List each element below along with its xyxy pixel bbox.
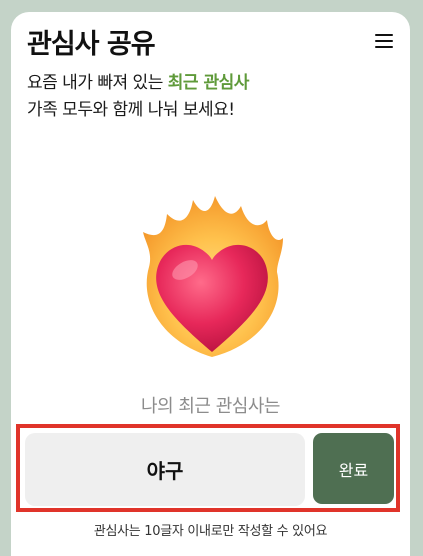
- interest-input[interactable]: [25, 433, 305, 506]
- done-button[interactable]: 완료: [313, 433, 394, 504]
- intro-line-1-prefix: 요즘 내가 빠져 있는: [27, 73, 168, 93]
- hamburger-menu-icon[interactable]: [375, 34, 393, 48]
- intro-highlight: 최근 관심사: [167, 73, 250, 93]
- screen-frame: 관심사 공유 요즘 내가 빠져 있는 최근 관심사 가족 모두와 함께 나눠 보…: [11, 12, 410, 556]
- page-title: 관심사 공유: [27, 29, 156, 60]
- intro-text: 요즘 내가 빠져 있는 최근 관심사 가족 모두와 함께 나눠 보세요!: [27, 70, 249, 124]
- interest-caption: 나의 최근 관심사는: [141, 396, 280, 417]
- intro-line-1: 요즘 내가 빠져 있는 최근 관심사: [27, 70, 249, 97]
- intro-line-2: 가족 모두와 함께 나눠 보세요!: [27, 100, 235, 120]
- character-limit-hint: 관심사는 10글자 이내로만 작성할 수 있어요: [93, 524, 328, 539]
- heart-on-fire-icon: [137, 192, 287, 362]
